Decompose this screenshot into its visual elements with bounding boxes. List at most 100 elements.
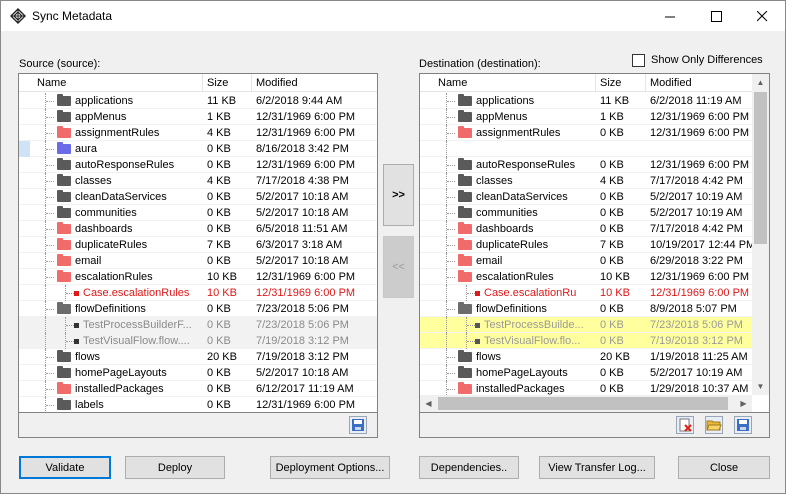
row-name: cleanDataServices [476,191,568,203]
tree-row[interactable]: assignmentRules 4 KB 12/31/1969 6:00 PM [19,125,377,141]
view-transfer-log-button[interactable]: View Transfer Log... [539,456,655,479]
vertical-scroll-thumb[interactable] [754,92,767,244]
tree-row[interactable]: homePageLayouts 0 KB 5/2/2017 10:18 AM [19,365,377,381]
row-size: 0 KB [207,143,231,155]
tree-row[interactable]: dashboards 0 KB 6/5/2018 11:51 AM [19,221,377,237]
row-name: assignmentRules [476,127,561,139]
destination-horizontal-scrollbar[interactable]: ◀ ▶ [420,395,752,412]
row-name: appMenus [75,111,127,123]
show-only-differences-checkbox[interactable] [632,54,645,67]
row-name: cleanDataServices [75,191,167,203]
deployment-options-button[interactable]: Deployment Options... [270,456,390,479]
tree-row[interactable]: classes 4 KB 7/17/2018 4:42 PM [420,173,752,189]
row-modified: 12/31/1969 6:00 PM [256,111,356,123]
tree-row[interactable]: installedPackages 0 KB 6/12/2017 11:19 AM [19,381,377,397]
tree-guide-line [46,101,54,102]
row-size: 0 KB [207,255,231,267]
tree-row[interactable]: Case.escalationRules 10 KB 12/31/1969 6:00… [19,285,377,301]
destination-column-name[interactable]: Name [434,74,596,92]
tree-row[interactable]: TestVisualFlow.flow.... 0 KB 7/19/2018 3:1… [19,333,377,349]
tree-row[interactable]: autoResponseRules 0 KB 12/31/1969 6:00 PM [420,157,752,173]
deploy-button[interactable]: Deploy [125,456,225,479]
tree-guide-line [447,309,455,310]
tree-row[interactable]: duplicateRules 7 KB 10/19/2017 12:44 PM [420,237,752,253]
tree-row[interactable]: cleanDataServices 0 KB 5/2/2017 10:19 AM [420,189,752,205]
row-name: TestProcessBuilde... [484,319,584,331]
transfer-to-destination-button[interactable]: >> [383,164,414,226]
tree-row[interactable]: applications 11 KB 6/2/2018 11:19 AM [420,93,752,109]
row-name: communities [75,207,137,219]
tree-row[interactable]: appMenus 1 KB 12/31/1969 6:00 PM [420,109,752,125]
tree-guide-line [66,293,74,294]
tree-row[interactable]: applications 11 KB 6/2/2018 9:44 AM [19,93,377,109]
title-bar: Sync Metadata [1,1,785,31]
tree-row[interactable]: cleanDataServices 0 KB 5/2/2017 10:18 AM [19,189,377,205]
close-window-button[interactable] [739,1,785,31]
tree-row[interactable]: TestVisualFlow.flo... 0 KB 7/19/2018 3:12 … [420,333,752,349]
source-column-modified[interactable]: Modified [252,74,362,92]
destination-delete-button[interactable] [676,416,694,434]
tree-row[interactable]: flows 20 KB 7/19/2018 3:12 PM [19,349,377,365]
folder-icon [57,94,71,106]
tree-row[interactable]: aura 0 KB 8/16/2018 3:42 PM [19,141,377,157]
row-modified: 5/2/2017 10:19 AM [650,367,743,379]
destination-save-button[interactable] [734,416,752,434]
tree-row[interactable]: classes 4 KB 7/17/2018 4:38 PM [19,173,377,189]
tree-guide-line [46,389,54,390]
tree-row[interactable]: assignmentRules 0 KB 12/31/1969 6:00 PM [420,125,752,141]
validate-button[interactable]: Validate [19,456,111,479]
tree-row[interactable]: duplicateRules 7 KB 6/3/2017 3:18 AM [19,237,377,253]
row-modified: 7/23/2018 5:06 PM [256,303,349,315]
tree-row[interactable]: homePageLayouts 0 KB 5/2/2017 10:19 AM [420,365,752,381]
folder-icon [57,398,71,410]
destination-column-modified[interactable]: Modified [646,74,754,92]
tree-row[interactable] [420,141,752,157]
tree-row[interactable]: escalationRules 10 KB 12/31/1969 6:00 PM [19,269,377,285]
horizontal-scroll-thumb[interactable] [438,397,728,410]
tree-row[interactable]: escalationRules 10 KB 12/31/1969 6:00 PM [420,269,752,285]
tree-row[interactable]: flows 20 KB 1/19/2018 11:25 AM [420,349,752,365]
row-modified: 5/2/2017 10:18 AM [256,191,349,203]
row-name [476,141,596,157]
minimize-button[interactable] [647,1,693,31]
scroll-right-icon[interactable]: ▶ [735,395,752,412]
destination-vertical-scrollbar[interactable]: ▲ ▼ [752,74,769,395]
source-column-size[interactable]: Size [203,74,252,92]
destination-open-folder-button[interactable] [705,416,723,434]
tree-row[interactable]: communities 0 KB 5/2/2017 10:19 AM [420,205,752,221]
scroll-left-icon[interactable]: ◀ [420,395,437,412]
dependencies-button[interactable]: Dependencies.. [419,456,519,479]
tree-row[interactable]: flowDefinitions 0 KB 8/9/2018 5:07 PM [420,301,752,317]
tree-row[interactable]: communities 0 KB 5/2/2017 10:18 AM [19,205,377,221]
row-name: duplicateRules [75,239,148,251]
tree-row[interactable]: installedPackages 0 KB 1/29/2018 10:37 AM [420,381,752,395]
maximize-button[interactable] [693,1,739,31]
destination-tree-grid[interactable]: Name Size Modified applications 11 KB 6/2/… [419,73,770,413]
tree-row[interactable]: TestProcessBuilderF... 0 KB 7/23/2018 5:06… [19,317,377,333]
tree-row[interactable]: Case.escalationRu 10 KB 12/31/1969 6:00 PM [420,285,752,301]
source-tree-grid[interactable]: Name Size Modified applications 11 KB 6/2/… [18,73,378,413]
source-column-name[interactable]: Name [33,74,203,92]
scroll-down-icon[interactable]: ▼ [752,378,769,395]
source-save-button[interactable] [349,416,367,434]
row-size: 0 KB [207,319,231,331]
row-modified: 7/17/2018 4:42 PM [650,175,743,187]
scroll-up-icon[interactable]: ▲ [752,74,769,91]
show-only-differences-label[interactable]: Show Only Differences [651,54,763,66]
tree-guide-line [447,389,455,390]
tree-row[interactable]: email 0 KB 6/29/2018 3:22 PM [420,253,752,269]
folder-icon [57,222,71,234]
destination-column-size[interactable]: Size [596,74,646,92]
tree-row[interactable]: dashboards 0 KB 7/17/2018 4:42 PM [420,221,752,237]
tree-row[interactable]: email 0 KB 5/2/2017 10:18 AM [19,253,377,269]
tree-row[interactable]: labels 0 KB 12/31/1969 6:00 PM [19,397,377,412]
tree-row[interactable]: flowDefinitions 0 KB 7/23/2018 5:06 PM [19,301,377,317]
row-size: 11 KB [600,95,630,107]
row-name: email [75,255,102,267]
tree-guide-line [447,117,455,118]
transfer-to-source-button[interactable]: << [383,236,414,298]
close-button[interactable]: Close [678,456,770,479]
tree-row[interactable]: appMenus 1 KB 12/31/1969 6:00 PM [19,109,377,125]
tree-row[interactable]: autoResponseRules 0 KB 12/31/1969 6:00 PM [19,157,377,173]
tree-row[interactable]: TestProcessBuilde... 0 KB 7/23/2018 5:06 P… [420,317,752,333]
